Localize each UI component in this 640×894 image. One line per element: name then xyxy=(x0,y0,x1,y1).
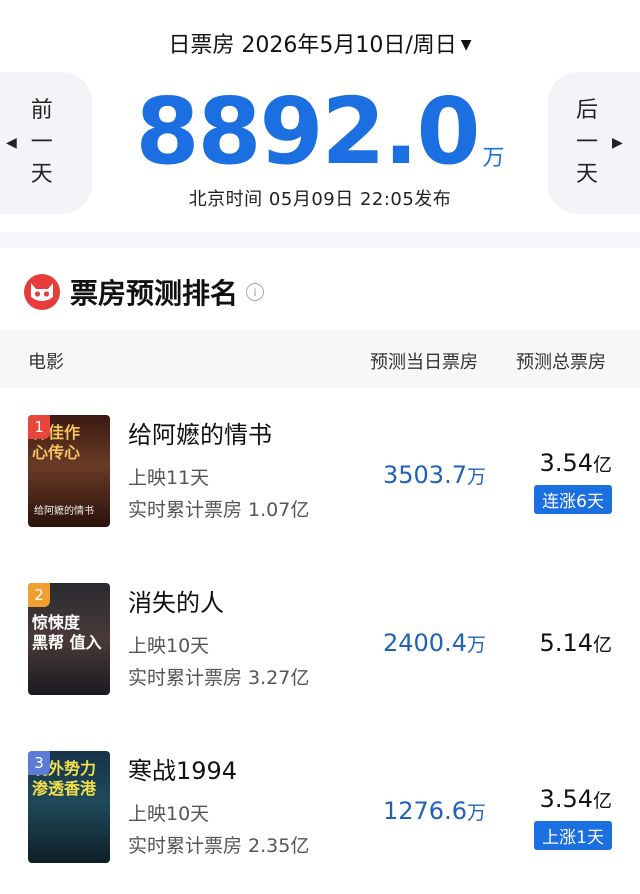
rank-badge: 1 xyxy=(28,415,50,439)
info-icon[interactable]: i xyxy=(246,283,265,301)
movie-title[interactable]: 消失的人 xyxy=(128,583,224,618)
release-time: 北京时间 05月09日 22:05发布 xyxy=(188,189,452,210)
next-day-char: 一 xyxy=(576,130,599,155)
poster-subtitle: 给阿嬷的情书 xyxy=(34,506,94,517)
trend-badge: 上涨1天 xyxy=(534,821,612,850)
movie-row[interactable]: 3 境外势力 渗透香港 寒战1994 上映10天 实时累计票房 2.35亿 127… xyxy=(0,751,640,875)
movie-row[interactable]: 1 禅佳作 心传心 给阿嬷的情书 给阿嬷的情书 上映11天 实时累计票房 1.07… xyxy=(0,415,640,539)
movie-row[interactable]: 2 惊悚度 黑帮 值入 消失的人 上映10天 实时累计票房 3.27亿 2400.… xyxy=(0,583,640,707)
daily-value: 3503.7 xyxy=(383,461,467,489)
maoyan-cat-logo-icon xyxy=(24,274,60,310)
cumulative-box-office: 实时累计票房 1.07亿 xyxy=(128,499,310,521)
chevron-down-icon[interactable]: ▼ xyxy=(461,37,472,53)
total-unit: 万 xyxy=(482,146,505,171)
movie-poster[interactable]: 3 境外势力 渗透香港 xyxy=(28,751,110,863)
date-label[interactable]: 日票房 2026年5月10日/周日 xyxy=(168,33,456,58)
daily-unit: 万 xyxy=(466,802,486,824)
header: 日票房 2026年5月10日/周日 ▼ ◀ 前 一 天 8892.0 万 后 一 天… xyxy=(0,0,640,230)
daily-unit: 万 xyxy=(466,466,486,488)
predicted-total: 3.54亿 xyxy=(540,449,612,477)
table-header: 电影 预测当日票房 预测总票房 xyxy=(0,330,640,388)
total-value: 5.14 xyxy=(539,629,593,657)
movie-title[interactable]: 寒战1994 xyxy=(128,751,237,786)
release-days: 上映10天 xyxy=(128,635,210,657)
total-unit: 亿 xyxy=(592,634,612,656)
release-days: 上映11天 xyxy=(128,467,210,489)
next-day-label: 后 一 天 xyxy=(576,95,598,191)
section-title-text: 票房预测排名 xyxy=(70,277,239,310)
total-value: 3.54 xyxy=(539,449,593,477)
poster-text: 惊悚度 黑帮 值入 xyxy=(32,613,102,652)
daily-unit: 万 xyxy=(466,634,486,656)
total-unit: 亿 xyxy=(592,454,612,476)
predicted-total: 3.54亿 xyxy=(540,785,612,813)
predicted-daily: 2400.4万 xyxy=(383,629,486,657)
predicted-daily: 3503.7万 xyxy=(383,461,486,489)
movie-poster[interactable]: 1 禅佳作 心传心 给阿嬷的情书 xyxy=(28,415,110,527)
release-days: 上映10天 xyxy=(128,803,210,825)
date-selector[interactable]: 日票房 2026年5月10日/周日 ▼ xyxy=(0,30,640,61)
cumulative-box-office: 实时累计票房 2.35亿 xyxy=(128,835,310,857)
column-header-total[interactable]: 预测总票房 xyxy=(516,348,606,374)
total-value: 3.54 xyxy=(539,785,593,813)
next-day-char: 后 xyxy=(576,98,599,123)
chevron-right-icon: ▶ xyxy=(612,135,623,151)
movie-title[interactable]: 给阿嬷的情书 xyxy=(128,415,272,450)
total-unit: 亿 xyxy=(592,790,612,812)
total-value: 8892.0 xyxy=(135,78,480,185)
movie-poster[interactable]: 2 惊悚度 黑帮 值入 xyxy=(28,583,110,695)
section-divider xyxy=(0,232,640,248)
predicted-daily: 1276.6万 xyxy=(383,797,486,825)
cumulative-box-office: 实时累计票房 3.27亿 xyxy=(128,667,310,689)
column-header-daily[interactable]: 预测当日票房 xyxy=(370,348,478,374)
daily-value: 1276.6 xyxy=(383,797,467,825)
trend-badge: 连涨6天 xyxy=(534,485,612,514)
daily-value: 2400.4 xyxy=(383,629,467,657)
predicted-total: 5.14亿 xyxy=(540,629,612,657)
rank-badge: 3 xyxy=(28,751,50,775)
rank-badge: 2 xyxy=(28,583,50,607)
section-title: 票房预测排名 i xyxy=(24,270,265,314)
total-box-office: 8892.0 万 xyxy=(0,82,640,182)
column-header-movie: 电影 xyxy=(28,352,64,373)
